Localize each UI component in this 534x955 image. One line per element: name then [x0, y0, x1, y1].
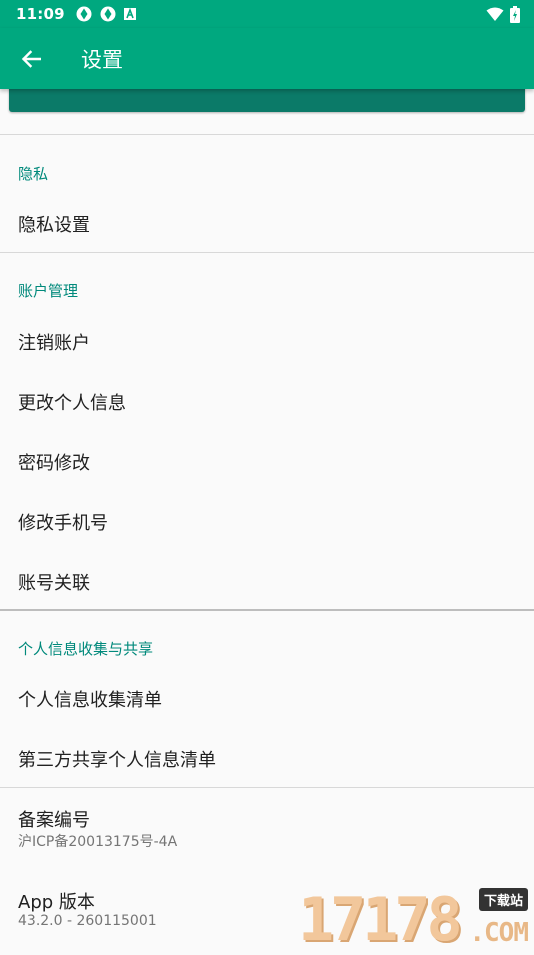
watermark-badge: 下载站 [478, 888, 528, 911]
back-button[interactable] [0, 28, 62, 89]
app-version-value: 43.2.0 - 260115001 [18, 913, 157, 929]
change-password-label: 密码修改 [18, 453, 90, 474]
battery-charging-icon [510, 5, 520, 23]
privacy-settings-label: 隐私设置 [18, 215, 90, 236]
divider [0, 252, 534, 253]
section-header-privacy: 隐私 [18, 165, 49, 183]
divider [0, 134, 534, 135]
wifi-icon [486, 7, 504, 21]
section-header-account: 账户管理 [18, 282, 79, 300]
app-bar: 设置 [0, 28, 534, 89]
watermark-logo: 17178 下载站 .COM [298, 884, 530, 950]
status-time: 11:09 [16, 5, 65, 23]
divider [0, 609, 534, 611]
page-title: 设置 [81, 47, 123, 72]
arrow-left-icon [21, 49, 41, 68]
notification-icons [75, 5, 137, 23]
record-number-value: 沪ICP备20013175号-4A [18, 834, 178, 850]
app-version-title: App 版本 [18, 892, 95, 913]
third-party-sharing-label: 第三方共享个人信息清单 [18, 750, 216, 771]
section-header-personal-info: 个人信息收集与共享 [18, 640, 154, 658]
account-linking-label: 账号关联 [18, 573, 90, 594]
sync-notification-icon-2 [100, 6, 116, 22]
delete-account-label: 注销账户 [18, 333, 90, 354]
sync-notification-icon [76, 6, 92, 22]
personal-info-list-label: 个人信息收集清单 [18, 690, 162, 711]
system-icons [486, 5, 520, 23]
app-notification-icon [123, 7, 136, 20]
record-number-title: 备案编号 [18, 810, 90, 831]
watermark-suffix: .COM [469, 918, 529, 948]
edit-profile-label: 更改个人信息 [18, 393, 126, 414]
status-bar: 11:09 [0, 0, 534, 28]
change-phone-label: 修改手机号 [18, 513, 108, 534]
watermark-digits: 17178 [298, 885, 463, 955]
